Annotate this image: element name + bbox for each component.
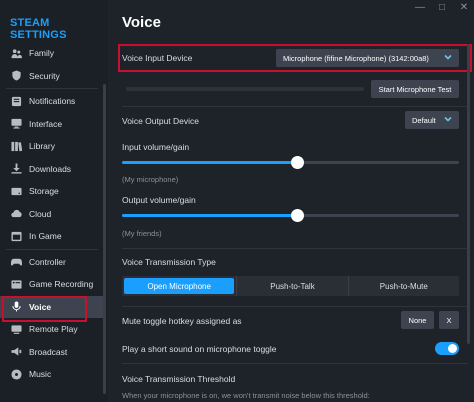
voice-input-device-label: Voice Input Device — [122, 53, 193, 63]
download-icon — [10, 163, 22, 175]
sidebar-item-label: Broadcast — [29, 346, 68, 357]
toggle-knob — [448, 344, 457, 353]
sidebar-item-storage[interactable]: Storage — [0, 180, 104, 203]
sidebar-item-broadcast[interactable]: Broadcast — [0, 341, 104, 364]
toggle-sound-switch[interactable] — [435, 342, 459, 355]
sidebar-item-label: Voice — [29, 301, 52, 312]
main-scrollbar[interactable] — [467, 44, 470, 344]
clear-hotkey-button[interactable]: X — [439, 311, 459, 329]
input-volume-sublabel: (My microphone) — [122, 175, 179, 184]
transmission-threshold-description: When your microphone is on, we won't tra… — [122, 391, 370, 400]
sidebar-item-label: Library — [29, 141, 55, 152]
notification-icon — [10, 95, 22, 107]
sidebar-divider — [6, 88, 98, 89]
main-panel: Voice Voice Input Device Microphone (fif… — [108, 0, 474, 402]
game-icon — [10, 230, 22, 242]
transmission-threshold-label: Voice Transmission Threshold — [122, 374, 236, 384]
sidebar-list: Family Security Notifications Interface … — [0, 42, 104, 386]
input-volume-label: Input volume/gain — [122, 142, 190, 152]
sidebar-item-voice[interactable]: Voice — [0, 295, 104, 321]
voice-output-device-dropdown[interactable]: Default — [405, 111, 459, 129]
family-icon — [10, 47, 22, 59]
sidebar-item-label: Notifications — [29, 96, 76, 107]
page-title: Voice — [122, 14, 161, 31]
sidebar-item-music[interactable]: Music — [0, 363, 104, 386]
music-icon — [10, 368, 22, 380]
remote-play-icon — [10, 323, 22, 335]
sidebar-item-label: Remote Play — [29, 324, 78, 335]
monitor-icon — [10, 118, 22, 130]
recording-icon — [10, 278, 22, 290]
sidebar-title: STEAM SETTINGS — [10, 17, 67, 41]
voice-transmission-type-selector: Open Microphone Push-to-Talk Push-to-Mut… — [122, 276, 459, 296]
output-volume-sublabel: (My friends) — [122, 229, 162, 238]
push-to-talk-option[interactable]: Push-to-Talk — [236, 276, 347, 296]
minimize-icon[interactable]: — — [414, 2, 426, 14]
divider — [122, 306, 468, 307]
sidebar-divider — [6, 248, 98, 250]
sidebar-item-family[interactable]: Family — [0, 42, 104, 65]
sidebar-item-label: Music — [29, 369, 52, 380]
sidebar-item-controller[interactable]: Controller — [0, 251, 104, 274]
microphone-icon — [10, 301, 22, 313]
library-icon — [10, 140, 22, 152]
sidebar-item-game-recording[interactable]: Game Recording — [0, 273, 104, 296]
sidebar-item-label: Storage — [29, 186, 59, 197]
controller-icon — [10, 256, 22, 268]
cloud-icon — [10, 208, 22, 220]
storage-icon — [10, 185, 22, 197]
sidebar: STEAM SETTINGS Family Security Notificat… — [0, 0, 108, 402]
sidebar-item-label: Cloud — [29, 208, 52, 219]
microphone-level-meter — [126, 87, 364, 91]
sidebar-item-label: Interface — [29, 118, 63, 129]
close-icon[interactable]: ✕ — [458, 2, 470, 14]
input-volume-slider[interactable] — [122, 156, 459, 170]
window-controls: — □ ✕ — [414, 1, 470, 15]
start-microphone-test-button[interactable]: Start Microphone Test — [371, 80, 459, 98]
chevron-down-icon — [443, 52, 453, 62]
maximize-icon[interactable]: □ — [436, 2, 448, 14]
slider-thumb[interactable] — [291, 209, 305, 222]
divider — [122, 363, 468, 364]
output-volume-label: Output volume/gain — [122, 195, 196, 205]
sidebar-item-interface[interactable]: Interface — [0, 113, 104, 136]
sidebar-item-label: Game Recording — [29, 279, 94, 290]
sidebar-item-label: In Game — [29, 231, 62, 242]
slider-fill — [122, 214, 298, 217]
push-to-mute-option[interactable]: Push-to-Mute — [347, 276, 459, 296]
slider-thumb[interactable] — [291, 156, 305, 169]
toggle-sound-label: Play a short sound on microphone toggle — [122, 344, 277, 354]
voice-input-device-dropdown[interactable]: Microphone (fifine Microphone) (3142:00a… — [276, 49, 459, 67]
sidebar-item-security[interactable]: Security — [0, 65, 104, 88]
sidebar-item-label: Controller — [29, 256, 66, 267]
divider — [122, 106, 468, 107]
voice-input-device-value: Microphone (fifine Microphone) (3142:00a… — [283, 53, 429, 63]
broadcast-icon — [10, 346, 22, 358]
sidebar-item-label: Security — [29, 70, 60, 81]
sidebar-item-notifications[interactable]: Notifications — [0, 90, 104, 113]
sidebar-item-label: Family — [29, 48, 55, 59]
sidebar-item-library[interactable]: Library — [0, 135, 104, 158]
shield-icon — [10, 70, 22, 82]
sidebar-scrollbar[interactable] — [103, 84, 106, 394]
sidebar-item-cloud[interactable]: Cloud — [0, 203, 104, 226]
voice-transmission-type-label: Voice Transmission Type — [122, 257, 216, 267]
mute-hotkey-button[interactable]: None — [401, 311, 434, 329]
slider-fill — [122, 161, 298, 164]
mute-hotkey-label: Mute toggle hotkey assigned as — [122, 316, 242, 326]
chevron-down-icon — [443, 114, 453, 124]
voice-output-device-label: Voice Output Device — [122, 116, 200, 126]
sidebar-item-label: Downloads — [29, 163, 72, 174]
divider — [122, 248, 468, 249]
sidebar-item-in-game[interactable]: In Game — [0, 225, 104, 248]
sidebar-item-downloads[interactable]: Downloads — [0, 158, 104, 181]
sidebar-item-remote-play[interactable]: Remote Play — [0, 318, 104, 341]
steam-settings-window: STEAM SETTINGS Family Security Notificat… — [0, 0, 474, 402]
open-microphone-option[interactable]: Open Microphone — [124, 278, 235, 294]
voice-output-device-value: Default — [412, 115, 436, 125]
output-volume-slider[interactable] — [122, 209, 459, 223]
